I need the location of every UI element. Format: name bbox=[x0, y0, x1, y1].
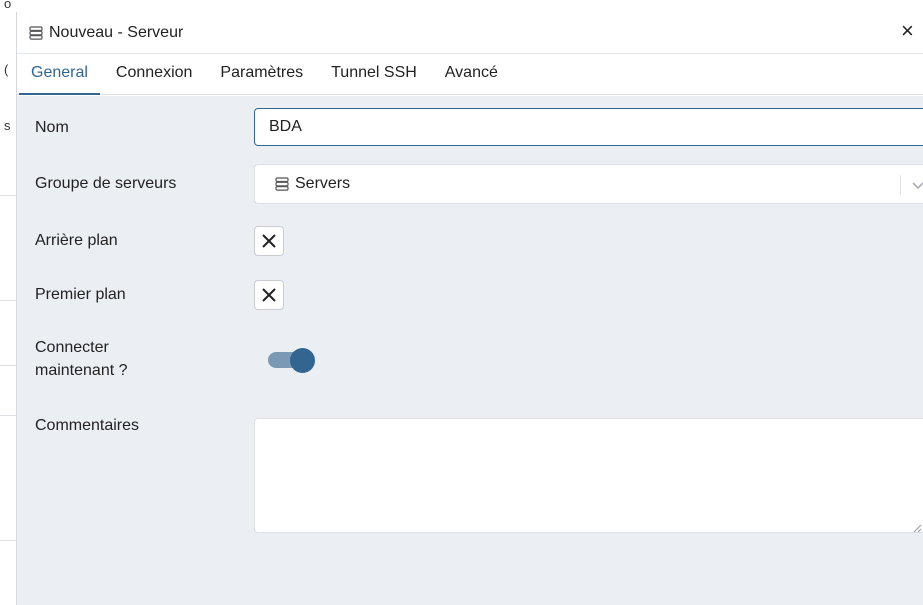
chevron-down-icon[interactable] bbox=[909, 176, 923, 194]
arriere-plan-color-picker[interactable] bbox=[254, 226, 284, 256]
resize-handle-icon[interactable] bbox=[912, 520, 922, 533]
commentaires-label: Commentaires bbox=[35, 417, 140, 434]
commentaires-textarea[interactable] bbox=[254, 418, 923, 533]
connecter-toggle[interactable] bbox=[268, 348, 318, 373]
premier-plan-label: Premier plan bbox=[35, 286, 126, 303]
tab-parametres[interactable]: Paramètres bbox=[220, 64, 303, 94]
server-group-icon bbox=[275, 177, 289, 191]
tab-bar: General Connexion Paramètres Tunnel SSH … bbox=[17, 53, 923, 95]
groupe-select-value: Servers bbox=[295, 175, 351, 192]
tab-avance[interactable]: Avancé bbox=[445, 64, 498, 94]
background-divider bbox=[0, 195, 16, 196]
groupe-label: Groupe de serveurs bbox=[35, 175, 177, 192]
new-server-dialog: Nouveau - Serveur × General Connexion Pa… bbox=[16, 12, 923, 605]
background-divider bbox=[0, 365, 16, 366]
background-glyph: s bbox=[4, 118, 11, 133]
nom-input[interactable] bbox=[254, 108, 923, 146]
clear-icon bbox=[262, 288, 276, 302]
dialog-titlebar[interactable]: Nouveau - Serveur × bbox=[17, 12, 923, 53]
arriere-plan-label: Arrière plan bbox=[35, 232, 118, 249]
background-glyph: ( bbox=[4, 62, 9, 77]
background-divider bbox=[0, 300, 16, 301]
connecter-label-line1: Connecter bbox=[35, 339, 109, 356]
toggle-knob bbox=[290, 348, 315, 373]
close-button[interactable]: × bbox=[901, 20, 923, 44]
server-icon bbox=[29, 25, 43, 40]
tab-general[interactable]: General bbox=[19, 64, 100, 95]
tab-tunnel-ssh[interactable]: Tunnel SSH bbox=[331, 64, 417, 94]
background-glyph: o bbox=[4, 0, 12, 11]
tab-connexion[interactable]: Connexion bbox=[116, 64, 193, 94]
connecter-label-line2: maintenant ? bbox=[35, 362, 128, 379]
select-separator bbox=[900, 175, 901, 195]
premier-plan-color-picker[interactable] bbox=[254, 280, 284, 310]
groupe-select[interactable]: Servers bbox=[254, 164, 923, 204]
background-divider bbox=[0, 415, 16, 416]
background-app-edge: o ( s bbox=[0, 0, 16, 605]
clear-icon bbox=[262, 234, 276, 248]
dialog-title: Nouveau - Serveur bbox=[49, 23, 184, 41]
nom-label: Nom bbox=[35, 119, 69, 136]
general-form-panel: Nom Groupe de serveurs Servers Arrière p… bbox=[17, 96, 923, 605]
background-divider bbox=[0, 540, 16, 541]
